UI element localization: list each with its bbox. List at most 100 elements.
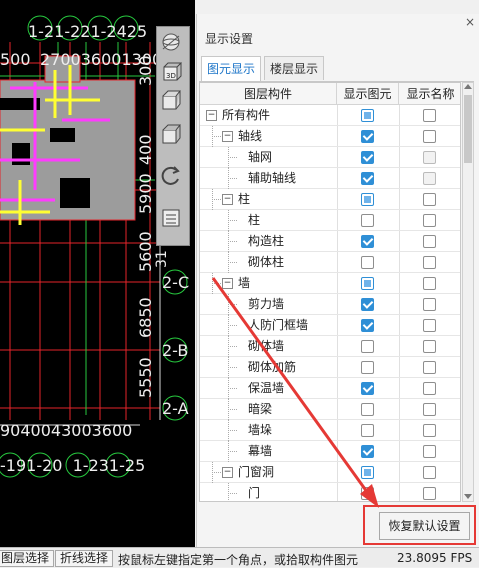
column-header-show-element: 显示图元	[337, 83, 399, 105]
show-element-checkbox[interactable]	[361, 151, 374, 164]
table-row[interactable]: 暗梁	[200, 399, 460, 420]
show-name-checkbox[interactable]	[423, 298, 436, 311]
tree-line	[228, 325, 237, 326]
tree-line	[228, 493, 237, 494]
show-name-checkbox[interactable]	[423, 193, 436, 206]
show-element-checkbox[interactable]	[361, 340, 374, 353]
show-name-checkbox[interactable]	[423, 382, 436, 395]
table-row[interactable]: 门	[200, 483, 460, 501]
show-element-checkbox[interactable]	[361, 361, 374, 374]
table-row[interactable]: 轴网	[200, 147, 460, 168]
show-name-checkbox[interactable]	[423, 235, 436, 248]
cad-top-label: 1-21-221-2425	[28, 22, 148, 41]
collapse-toggle-icon[interactable]: −	[206, 110, 217, 121]
table-row[interactable]: − 墙	[200, 273, 460, 294]
layer-label: 暗梁	[248, 402, 273, 416]
table-row[interactable]: 砌体柱	[200, 252, 460, 273]
vertical-scrollbar[interactable]	[462, 82, 474, 502]
show-name-checkbox[interactable]	[423, 424, 436, 437]
table-row[interactable]: − 轴线	[200, 126, 460, 147]
layer-label: 柱	[248, 213, 261, 227]
3d-box-icon[interactable]: 3D	[160, 61, 186, 87]
show-name-checkbox[interactable]	[423, 151, 436, 164]
show-element-checkbox[interactable]	[361, 382, 374, 395]
view-settings-icon[interactable]	[160, 207, 186, 233]
scroll-down-icon[interactable]	[464, 494, 472, 499]
show-element-checkbox[interactable]	[361, 235, 374, 248]
show-element-checkbox[interactable]	[361, 277, 374, 290]
cad-dim-5550: 5550	[136, 357, 155, 398]
tree-line	[228, 304, 237, 305]
table-row[interactable]: 人防门框墙	[200, 315, 460, 336]
show-element-checkbox[interactable]	[361, 319, 374, 332]
axis-label-2a: 2-A	[162, 399, 189, 418]
show-name-checkbox[interactable]	[423, 277, 436, 290]
tab-element-display[interactable]: 图元显示	[201, 56, 262, 82]
scroll-up-icon[interactable]	[464, 84, 472, 89]
collapse-toggle-icon[interactable]: −	[222, 278, 233, 289]
show-name-checkbox[interactable]	[423, 340, 436, 353]
show-element-checkbox[interactable]	[361, 130, 374, 143]
show-name-checkbox[interactable]	[423, 109, 436, 122]
collapse-toggle-icon[interactable]: −	[222, 194, 233, 205]
column-header-show-name: 显示名称	[406, 87, 455, 101]
show-name-checkbox[interactable]	[423, 172, 436, 185]
cube-side-icon[interactable]	[160, 123, 186, 149]
sphere-view-icon[interactable]	[160, 31, 186, 57]
show-name-checkbox[interactable]	[423, 445, 436, 458]
polyline-select-button[interactable]: 折线选择	[55, 550, 114, 567]
axis-label-2c: 2-C	[162, 273, 190, 292]
show-element-checkbox[interactable]	[361, 214, 374, 227]
table-row[interactable]: − 所有构件	[200, 105, 460, 126]
cad-dim-300: 300	[136, 55, 155, 86]
show-element-checkbox[interactable]	[361, 256, 374, 269]
rotate-icon[interactable]	[160, 165, 186, 191]
cad-viewport[interactable]: 1-21-221-2425 500 270036001300 300 400 5…	[0, 0, 195, 547]
tree-line	[212, 136, 221, 137]
table-row[interactable]: 辅助轴线	[200, 168, 460, 189]
show-element-checkbox[interactable]	[361, 109, 374, 122]
show-element-checkbox[interactable]	[361, 172, 374, 185]
table-row[interactable]: 构造柱	[200, 231, 460, 252]
tree-line	[228, 367, 237, 368]
table-row[interactable]: − 门窗洞	[200, 462, 460, 483]
table-row[interactable]: 幕墙	[200, 441, 460, 462]
layer-label: 砌体柱	[248, 255, 285, 269]
table-row[interactable]: 剪力墙	[200, 294, 460, 315]
table-row[interactable]: 墙垛	[200, 420, 460, 441]
collapse-toggle-icon[interactable]: −	[222, 131, 233, 142]
cube-front-icon[interactable]	[160, 89, 186, 115]
show-name-checkbox[interactable]	[423, 466, 436, 479]
table-row[interactable]: 保温墙	[200, 378, 460, 399]
close-icon[interactable]: ×	[462, 14, 478, 30]
layer-label: 人防门框墙	[248, 318, 309, 332]
show-element-checkbox[interactable]	[361, 298, 374, 311]
table-row[interactable]: 砌体加筋	[200, 357, 460, 378]
show-element-checkbox[interactable]	[361, 487, 374, 500]
table-row[interactable]: 砌体墙	[200, 336, 460, 357]
show-element-checkbox[interactable]	[361, 424, 374, 437]
table-row[interactable]: − 柱	[200, 189, 460, 210]
collapse-toggle-icon[interactable]: −	[222, 467, 233, 478]
cad-dim-6850: 6850	[136, 297, 155, 338]
layer-label: 辅助轴线	[248, 171, 297, 185]
panel-title: 显示设置	[205, 32, 254, 46]
cad-dim-5900: 5900	[136, 173, 155, 214]
show-name-checkbox[interactable]	[423, 130, 436, 143]
show-element-checkbox[interactable]	[361, 193, 374, 206]
layer-select-button[interactable]: 图层选择	[0, 550, 55, 567]
tab-floor-display[interactable]: 楼层显示	[264, 56, 325, 80]
show-name-checkbox[interactable]	[423, 361, 436, 374]
scrollbar-thumb[interactable]	[464, 95, 472, 163]
show-element-checkbox[interactable]	[361, 403, 374, 416]
layer-label: 门	[248, 486, 261, 500]
table-row[interactable]: 柱	[200, 210, 460, 231]
show-name-checkbox[interactable]	[423, 487, 436, 500]
show-name-checkbox[interactable]	[423, 319, 436, 332]
show-name-checkbox[interactable]	[423, 403, 436, 416]
show-element-checkbox[interactable]	[361, 445, 374, 458]
axis-label-2b: 2-B	[162, 341, 189, 360]
show-element-checkbox[interactable]	[361, 466, 374, 479]
show-name-checkbox[interactable]	[423, 214, 436, 227]
show-name-checkbox[interactable]	[423, 256, 436, 269]
